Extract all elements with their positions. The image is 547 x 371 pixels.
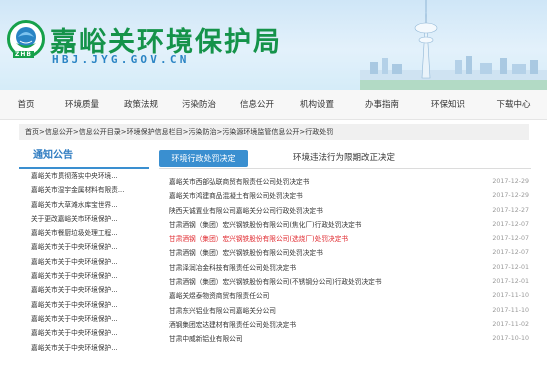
document-row: 甘肃中威新铝业有限公司 2017-10-10 [159,332,531,346]
document-title-link[interactable]: 陕西天诚置业有限公司嘉峪关分公司行政处罚决定书 [169,204,323,218]
document-row: 甘肃酒钢（集团）宏兴钢铁股份有限公司(焦化厂)行政处罚决定书 2017-12-07 [159,218,531,232]
nav-item-info-disclosure[interactable]: 信息公开 [228,90,286,120]
sidebar-list-item[interactable]: 嘉峪关市大草滩水库宝世界... [19,198,149,212]
sidebar-list-item[interactable]: 嘉峪关市关于中央环境保护... [19,312,149,326]
document-row: 酒钢集团宏达建材有限责任公司处罚决定书 2017-11-02 [159,318,531,332]
document-date: 2017-11-02 [492,320,529,328]
document-row: 甘肃酒钢（集团）宏兴钢铁股份有限公司(不锈钢分公司)行政处罚决定书 2017-12… [159,275,531,289]
document-row: 嘉峪关市鸿建商品混凝土有限公司处罚决定书 2017-12-29 [159,189,531,203]
document-title-link[interactable]: 甘肃泽润冶金科技有限责任公司处罚决定书 [169,261,296,275]
nav-item-download[interactable]: 下载中心 [480,90,547,120]
sidebar-list-item[interactable]: 嘉峪关市关于中央环境保护... [19,255,149,269]
sidebar-title: 通知公告 [19,145,149,169]
document-date: 2017-12-27 [492,206,529,214]
document-title-link[interactable]: 甘肃酒钢（集团）宏兴钢铁股份有限公司(焦化厂)行政处罚决定书 [169,218,361,232]
sidebar-list-item[interactable]: 嘉峪关市湿宇金属材料有限责... [19,183,149,197]
document-date: 2017-12-07 [492,249,529,257]
document-title-link[interactable]: 嘉峪关市西部弘联商贸有限责任公司处罚决定书 [169,175,309,189]
nav-item-environmental-knowledge[interactable]: 环保知识 [416,90,480,120]
document-title-link[interactable]: 嘉峪关煜泰物资商贸有限责任公司 [169,289,269,303]
document-row: 甘肃酒钢（集团）宏兴钢铁股份有限公司(选烧厂)处罚决定书 2017-12-07 [159,232,531,246]
document-row: 甘肃泽润冶金科技有限责任公司处罚决定书 2017-12-01 [159,261,531,275]
logo-label: ZHB [13,51,34,58]
sidebar-list-item[interactable]: 嘉峪关市关于中央环境保护... [19,298,149,312]
sidebar-list-item[interactable]: 嘉峪关市关于中央环境保护... [19,269,149,283]
document-row: 甘肃酒钢（集团）宏兴钢铁股份有限公司处罚决定书 2017-12-07 [159,246,531,260]
nav-item-service-guide[interactable]: 办事指南 [348,90,416,120]
tab-correction-order[interactable]: 环境违法行为限期改正决定 [269,150,419,167]
tab-bar: 环境行政处罚决定 环境违法行为限期改正决定 [159,145,531,169]
nav-item-pollution-control[interactable]: 污染防治 [170,90,228,120]
document-title-link[interactable]: 甘肃酒钢（集团）宏兴钢铁股份有限公司(不锈钢分公司)行政处罚决定书 [169,275,382,289]
breadcrumb[interactable]: 首页>信息公开>信息公开目录>环境保护信息栏目>污染防治>污染源环境监管信息公开… [19,124,529,140]
document-row: 嘉峪关煜泰物资商贸有限责任公司 2017-11-10 [159,289,531,303]
document-title-link[interactable]: 酒钢集团宏达建材有限责任公司处罚决定书 [169,318,296,332]
nav-item-home[interactable]: 首页 [0,90,52,120]
document-date: 2017-12-07 [492,220,529,228]
document-date: 2017-12-29 [492,178,529,185]
document-row: 甘肃东兴铝业有限公司嘉峪关分公司 2017-11-10 [159,304,531,318]
document-title-link[interactable]: 甘肃酒钢（集团）宏兴钢铁股份有限公司(选烧厂)处罚决定书 [169,232,348,246]
site-header: ZHB 嘉峪关环境保护局 HBJ.JYG.GOV.CN [0,0,547,90]
document-date: 2017-12-07 [492,235,529,243]
document-date: 2017-10-10 [492,335,529,343]
document-list-panel: 环境行政处罚决定 环境违法行为限期改正决定 嘉峪关市西部弘联商贸有限责任公司处罚… [159,145,531,371]
document-title-link[interactable]: 甘肃酒钢（集团）宏兴钢铁股份有限公司处罚决定书 [169,246,323,260]
document-title-link[interactable]: 甘肃中威新铝业有限公司 [169,332,243,346]
document-date: 2017-11-10 [492,306,529,314]
sidebar-list-item[interactable]: 嘉峪关市贯彻落实中央环境... [19,169,149,183]
nav-item-organization[interactable]: 机构设置 [286,90,348,120]
sidebar-list-item[interactable]: 嘉峪关市关于中央环境保护... [19,283,149,297]
sidebar-list-item[interactable]: 关于更改嘉峪关市环境保护... [19,212,149,226]
document-row: 嘉峪关市西部弘联商贸有限责任公司处罚决定书 2017-12-29 [159,175,531,189]
sidebar-list-item[interactable]: 嘉峪关市餐厨垃圾处理工程... [19,226,149,240]
nav-item-policy[interactable]: 政策法规 [112,90,170,120]
sidebar-list-item[interactable]: 嘉峪关市关于中央环境保护... [19,240,149,254]
document-date: 2017-11-10 [492,292,529,300]
sidebar-list-item[interactable]: 嘉峪关市关于中央环境保护... [19,341,149,355]
document-list: 嘉峪关市西部弘联商贸有限责任公司处罚决定书 2017-12-29 嘉峪关市鸿建商品混… [159,175,531,347]
notice-sidebar: 通知公告 嘉峪关市贯彻落实中央环境... 嘉峪关市湿宇金属材料有限责... 嘉峪… [19,145,149,371]
document-date: 2017-12-29 [492,192,529,200]
site-domain: HBJ.JYG.GOV.CN [52,53,190,66]
cityscape-tower-illustration [360,0,547,90]
document-date: 2017-12-01 [492,263,529,271]
document-title-link[interactable]: 嘉峪关市鸿建商品混凝土有限公司处罚决定书 [169,189,303,203]
sidebar-list-item[interactable]: 嘉峪关市关于中央环境保护... [19,326,149,340]
document-date: 2017-12-01 [492,278,529,286]
document-row: 陕西天诚置业有限公司嘉峪关分公司行政处罚决定书 2017-12-27 [159,204,531,218]
document-title-link[interactable]: 甘肃东兴铝业有限公司嘉峪关分公司 [169,304,276,318]
tab-administrative-penalty[interactable]: 环境行政处罚决定 [159,150,248,167]
nav-item-environment-quality[interactable]: 环境质量 [52,90,112,120]
main-nav: 首页 环境质量 政策法规 污染防治 信息公开 机构设置 办事指南 环保知识 下载… [0,90,547,120]
